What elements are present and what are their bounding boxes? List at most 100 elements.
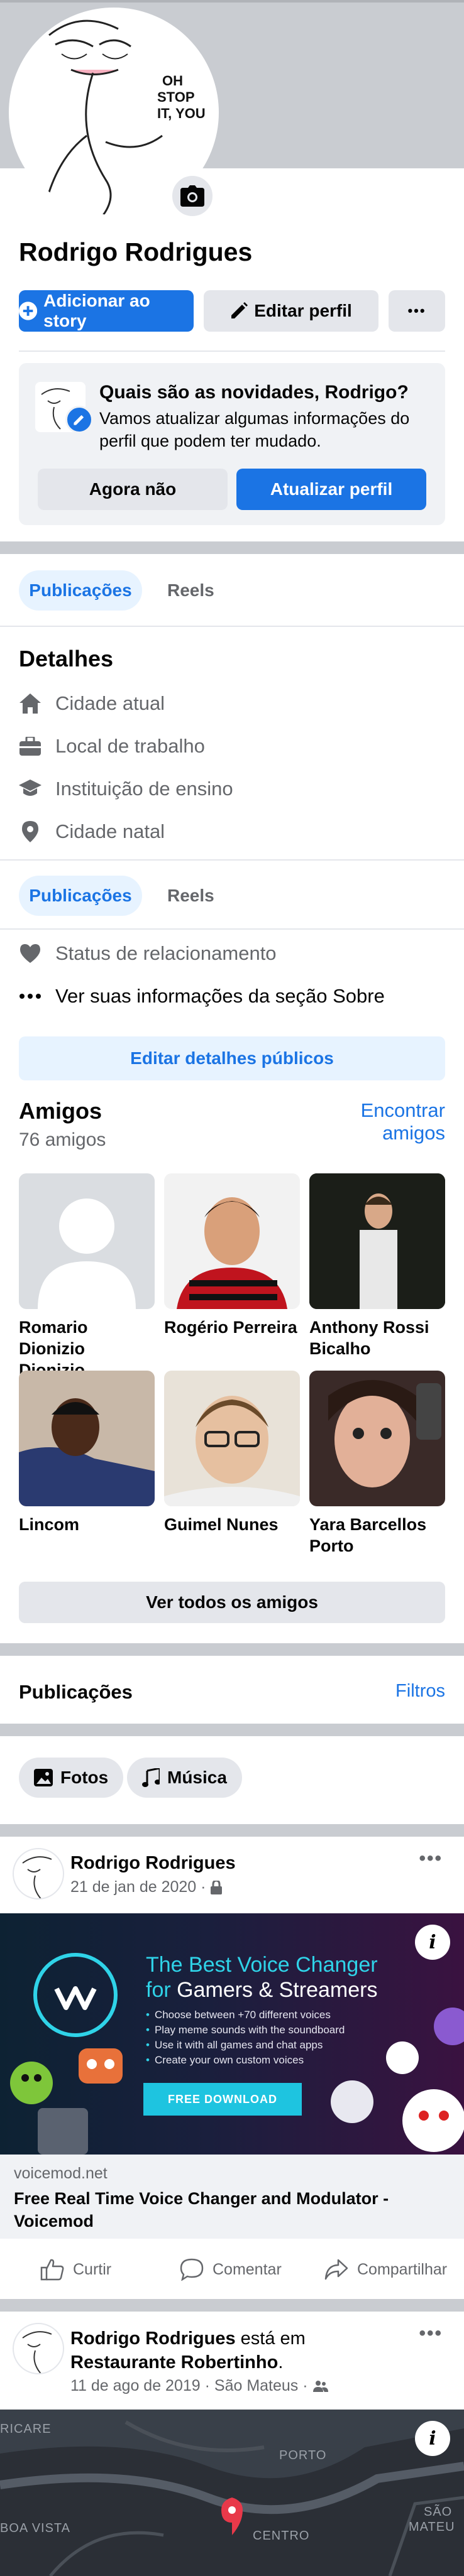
map-preview[interactable]: RICARE PORTO BOA VISTA CENTRO SÃO MATEU … bbox=[0, 2410, 464, 2576]
detail-workplace[interactable]: Local de trabalho bbox=[19, 731, 205, 761]
friend-name: Rogério Perreira bbox=[164, 1318, 297, 1337]
detail-school[interactable]: Instituição de ensino bbox=[19, 774, 233, 804]
add-story-button[interactable]: Adicionar ao story bbox=[19, 290, 194, 332]
profile-page: OH STOP IT, YOU Rodrigo Rodrigues Adicio… bbox=[0, 0, 464, 2576]
edit-public-details-button[interactable]: Editar detalhes públicos bbox=[19, 1036, 445, 1080]
meme-face-icon bbox=[22, 2331, 52, 2373]
detail-current-city[interactable]: Cidade atual bbox=[19, 688, 165, 719]
detail-label: Local de trabalho bbox=[55, 735, 205, 757]
map-label: PORTO bbox=[279, 2448, 327, 2462]
friend-photo[interactable] bbox=[19, 1173, 155, 1309]
tab-label: Reels bbox=[167, 580, 214, 600]
friend-name: Yara Barcellos Porto bbox=[309, 1515, 427, 1555]
see-all-friends-button[interactable]: Ver todos os amigos bbox=[19, 1582, 445, 1623]
meme-caption: OH bbox=[162, 73, 183, 89]
post-options-button[interactable]: ••• bbox=[419, 2323, 443, 2344]
link-domain: voicemod.net bbox=[14, 2165, 108, 2182]
ad-image[interactable]: The Best Voice Changer for Gamers & Stre… bbox=[0, 1913, 464, 2155]
tab-label: Reels bbox=[167, 886, 214, 905]
edit-profile-button[interactable]: Editar perfil bbox=[204, 290, 378, 332]
post-date[interactable]: 21 de jan de 2020 · bbox=[70, 1878, 206, 1896]
divider bbox=[0, 626, 464, 627]
info-icon[interactable]: i bbox=[415, 1925, 450, 1960]
camera-icon bbox=[180, 185, 204, 207]
post-author-avatar[interactable] bbox=[13, 1848, 64, 1899]
map-label: RICARE bbox=[0, 2422, 52, 2436]
detail-relationship[interactable]: Status de relacionamento bbox=[19, 938, 277, 969]
music-chip[interactable]: Música bbox=[127, 1758, 242, 1798]
friend-photo[interactable] bbox=[164, 1173, 300, 1309]
update-profile-button[interactable]: Atualizar perfil bbox=[236, 469, 426, 510]
friend-photo[interactable] bbox=[309, 1173, 445, 1309]
tab-reels-sticky[interactable]: Reels bbox=[167, 876, 214, 916]
share-label: Compartilhar bbox=[357, 2260, 448, 2278]
comment-label: Comentar bbox=[213, 2260, 282, 2278]
thumbs-up-icon bbox=[40, 2259, 64, 2281]
edit-public-label: Editar detalhes públicos bbox=[130, 1048, 334, 1068]
change-photo-button[interactable] bbox=[170, 173, 215, 219]
section-separator bbox=[0, 1724, 464, 1736]
music-note-icon bbox=[142, 1768, 160, 1787]
top-divider bbox=[0, 0, 464, 3]
about-info-link[interactable]: Ver suas informações da seção Sobre bbox=[19, 981, 385, 1011]
tab-reels[interactable]: Reels bbox=[167, 570, 214, 611]
friend-card[interactable]: Guimel Nunes bbox=[164, 1371, 300, 1535]
post-options-button[interactable]: ••• bbox=[419, 1848, 443, 1869]
tab-publicacoes-sticky[interactable]: Publicações bbox=[19, 876, 142, 916]
meme-face-icon bbox=[22, 1856, 52, 1898]
default-avatar-icon bbox=[38, 1198, 136, 1309]
map-label: CENTRO bbox=[253, 2529, 310, 2543]
more-dots-icon bbox=[19, 985, 41, 1008]
link-preview[interactable]: voicemod.net Free Real Time Voice Change… bbox=[0, 2155, 464, 2239]
friend-card[interactable]: Yara Barcellos Porto bbox=[309, 1371, 445, 1557]
person-photo bbox=[309, 1173, 445, 1309]
pencil-icon bbox=[74, 415, 84, 425]
post-date[interactable]: 11 de ago de 2019 · São Mateus · bbox=[70, 2377, 308, 2395]
more-options-button[interactable]: ••• bbox=[389, 290, 445, 332]
detail-label: Cidade atual bbox=[55, 692, 165, 714]
filters-link[interactable]: Filtros bbox=[395, 1681, 445, 1702]
details-title: Detalhes bbox=[19, 646, 114, 671]
profile-name: Rodrigo Rodrigues bbox=[19, 237, 253, 266]
not-now-button[interactable]: Agora não bbox=[38, 469, 228, 510]
friend-name: Lincom bbox=[19, 1515, 80, 1534]
update-profile-card: Quais são as novidades, Rodrigo? Vamos a… bbox=[19, 363, 445, 525]
ad-download-button[interactable]: FREE DOWNLOAD bbox=[143, 2083, 302, 2116]
like-button[interactable]: Curtir bbox=[40, 2254, 111, 2285]
svg-text:STOP: STOP bbox=[157, 89, 195, 105]
link-title: Free Real Time Voice Changer and Modulat… bbox=[14, 2189, 389, 2231]
detail-label: Instituição de ensino bbox=[55, 778, 233, 800]
lock-icon bbox=[211, 1880, 223, 1894]
pencil-badge bbox=[65, 406, 93, 433]
detail-label: Cidade natal bbox=[55, 820, 165, 842]
photos-chip[interactable]: Fotos bbox=[19, 1758, 124, 1798]
divider bbox=[19, 351, 445, 352]
post-author-avatar[interactable] bbox=[13, 2323, 64, 2374]
friend-photo[interactable] bbox=[309, 1371, 445, 1506]
add-story-label: Adicionar ao story bbox=[43, 291, 150, 330]
friend-card[interactable]: Rogério Perreira bbox=[164, 1173, 300, 1338]
friend-card[interactable]: Romario Dionizio Dionizio bbox=[19, 1173, 155, 1381]
card-title: Quais são as novidades, Rodrigo? bbox=[99, 382, 409, 403]
tab-publicacoes[interactable]: Publicações bbox=[19, 570, 142, 611]
person-photo bbox=[309, 1371, 445, 1506]
map-label: MATEU bbox=[409, 2520, 455, 2534]
friend-photo[interactable] bbox=[164, 1371, 300, 1506]
post-author-name[interactable]: Rodrigo Rodrigues bbox=[70, 1853, 236, 1874]
detail-label: Status de relacionamento bbox=[55, 942, 277, 964]
share-button[interactable]: Compartilhar bbox=[324, 2254, 447, 2285]
friend-photo[interactable] bbox=[19, 1371, 155, 1506]
find-friends-link[interactable]: Encontrar amigos bbox=[361, 1099, 445, 1144]
detail-hometown[interactable]: Cidade natal bbox=[19, 817, 165, 847]
person-photo bbox=[164, 1371, 300, 1506]
info-icon[interactable]: i bbox=[415, 2421, 450, 2456]
plus-circle-icon bbox=[19, 302, 38, 320]
friend-card[interactable]: Anthony Rossi Bicalho bbox=[309, 1173, 445, 1359]
section-separator bbox=[0, 541, 464, 554]
see-all-label: Ver todos os amigos bbox=[146, 1592, 318, 1612]
friend-name: Guimel Nunes bbox=[164, 1515, 279, 1534]
friend-card[interactable]: Lincom bbox=[19, 1371, 155, 1535]
comment-button[interactable]: Comentar bbox=[180, 2254, 282, 2285]
map-roads bbox=[0, 2410, 464, 2576]
divider bbox=[0, 859, 464, 861]
